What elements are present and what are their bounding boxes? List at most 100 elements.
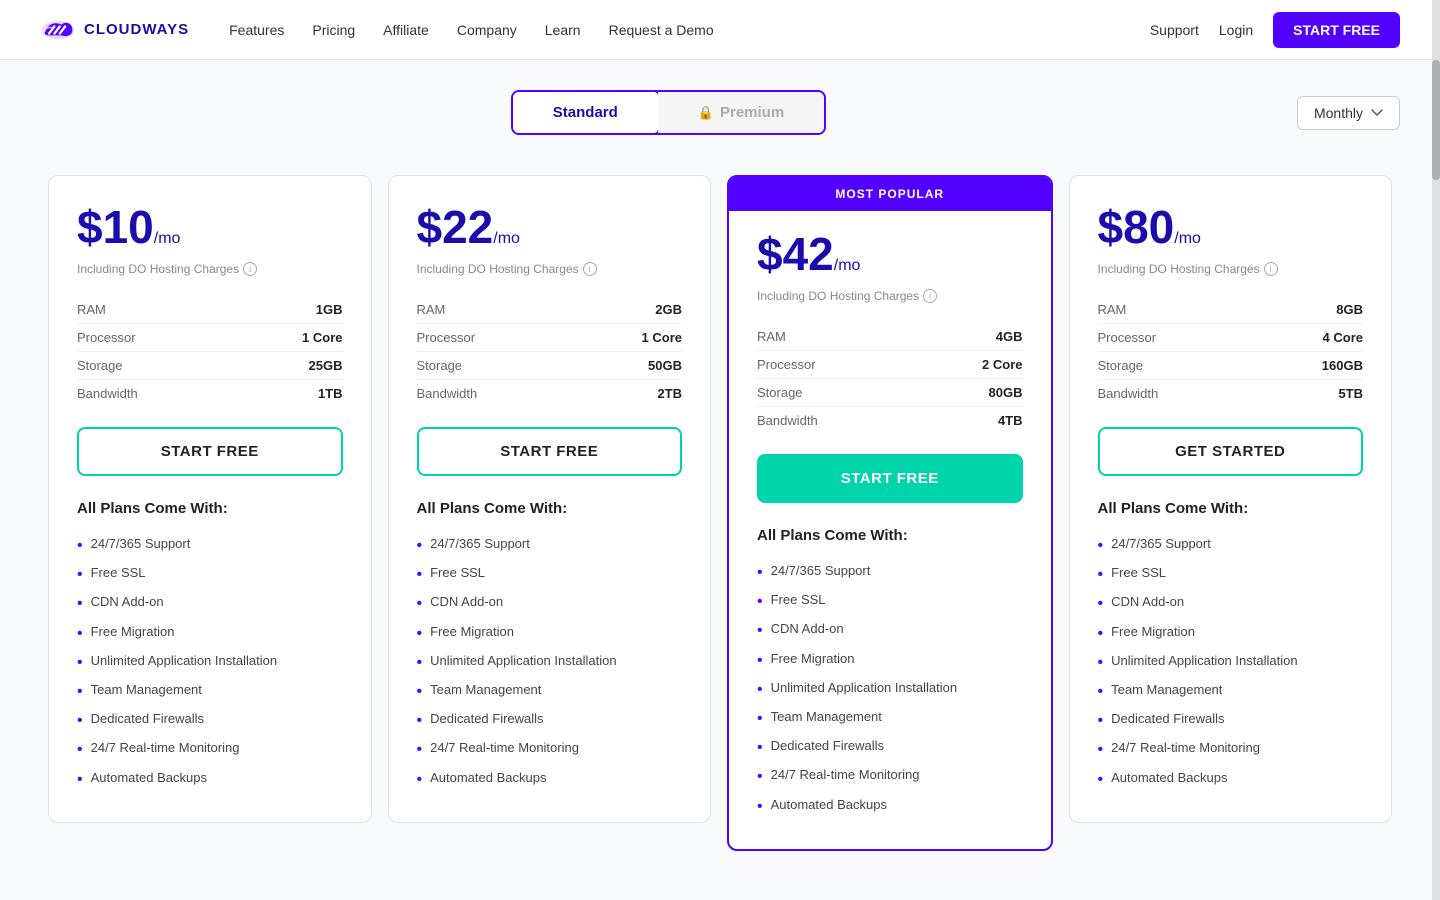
feature-item: Free Migration xyxy=(417,619,683,648)
specs-table-2: RAM2GB Processor1 Core Storage50GB Bandw… xyxy=(417,296,683,407)
spec-ram-1: RAM1GB xyxy=(77,296,343,324)
feature-item: Unlimited Application Installation xyxy=(757,675,1023,704)
feature-item: Free SSL xyxy=(77,560,343,589)
spec-bandwidth-2: Bandwidth2TB xyxy=(417,380,683,407)
features-title-2: All Plans Come With: xyxy=(417,500,683,517)
tab-row: Standard 🔒 Premium Monthly xyxy=(40,90,1400,135)
info-icon-1[interactable]: i xyxy=(243,262,257,276)
logo[interactable]: CLOUDWAYS xyxy=(40,17,189,43)
hosting-note-1: Including DO Hosting Charges i xyxy=(77,262,343,276)
plan-card-42: MOST POPULAR $42/mo Including DO Hosting… xyxy=(727,175,1053,851)
popular-badge: MOST POPULAR xyxy=(729,177,1051,211)
feature-item: Team Management xyxy=(757,704,1023,733)
hosting-note-3: Including DO Hosting Charges i xyxy=(757,289,1023,303)
scrollbar[interactable] xyxy=(1432,0,1440,900)
feature-item: Free Migration xyxy=(757,646,1023,675)
spec-processor-2: Processor1 Core xyxy=(417,324,683,352)
price-22: $22/mo xyxy=(417,204,683,250)
start-free-button-1[interactable]: START FREE xyxy=(77,427,343,476)
feature-item: Automated Backups xyxy=(417,765,683,794)
features-list-2: 24/7/365 Support Free SSL CDN Add-on Fre… xyxy=(417,531,683,794)
feature-item: 24/7 Real-time Monitoring xyxy=(417,735,683,764)
pricing-cards: $10/mo Including DO Hosting Charges i RA… xyxy=(40,175,1400,851)
chevron-down-icon xyxy=(1371,109,1383,117)
feature-item: 24/7/365 Support xyxy=(77,531,343,560)
start-free-button-3[interactable]: START FREE xyxy=(757,454,1023,503)
feature-item: Team Management xyxy=(417,677,683,706)
info-icon-3[interactable]: i xyxy=(923,289,937,303)
feature-item: 24/7 Real-time Monitoring xyxy=(1098,735,1364,764)
feature-item: CDN Add-on xyxy=(757,616,1023,645)
get-started-button-4[interactable]: GET STARTED xyxy=(1098,427,1364,476)
nav-features[interactable]: Features xyxy=(229,22,284,38)
features-title-4: All Plans Come With: xyxy=(1098,500,1364,517)
feature-item: Automated Backups xyxy=(77,765,343,794)
nav-affiliate[interactable]: Affiliate xyxy=(383,22,429,38)
spec-storage-1: Storage25GB xyxy=(77,352,343,380)
feature-item: CDN Add-on xyxy=(1098,589,1364,618)
feature-item: Free Migration xyxy=(77,619,343,648)
plan-type-tabs: Standard 🔒 Premium xyxy=(511,90,826,135)
nav-right: Support Login START FREE xyxy=(1150,12,1400,48)
billing-label: Monthly xyxy=(1314,105,1363,121)
pricing-section: Standard 🔒 Premium Monthly $10/mo Includ… xyxy=(0,60,1440,900)
feature-item: Free SSL xyxy=(1098,560,1364,589)
feature-item: 24/7/365 Support xyxy=(1098,531,1364,560)
nav-pricing[interactable]: Pricing xyxy=(312,22,355,38)
plan-card-22: $22/mo Including DO Hosting Charges i RA… xyxy=(388,175,712,823)
plan-card-10: $10/mo Including DO Hosting Charges i RA… xyxy=(48,175,372,823)
price-42: $42/mo xyxy=(757,231,1023,277)
start-free-button-2[interactable]: START FREE xyxy=(417,427,683,476)
billing-dropdown[interactable]: Monthly xyxy=(1297,96,1400,130)
feature-item: 24/7 Real-time Monitoring xyxy=(77,735,343,764)
lock-icon: 🔒 xyxy=(698,105,714,121)
features-list-3: 24/7/365 Support Free SSL CDN Add-on Fre… xyxy=(757,558,1023,821)
info-icon-4[interactable]: i xyxy=(1264,262,1278,276)
logo-text: CLOUDWAYS xyxy=(84,21,189,38)
spec-processor-1: Processor1 Core xyxy=(77,324,343,352)
nav-company[interactable]: Company xyxy=(457,22,517,38)
feature-item: CDN Add-on xyxy=(417,589,683,618)
spec-bandwidth-1: Bandwidth1TB xyxy=(77,380,343,407)
nav-login[interactable]: Login xyxy=(1219,22,1253,38)
feature-item: Team Management xyxy=(1098,677,1364,706)
specs-table-3: RAM4GB Processor2 Core Storage80GB Bandw… xyxy=(757,323,1023,434)
feature-item: Team Management xyxy=(77,677,343,706)
feature-item: Dedicated Firewalls xyxy=(1098,706,1364,735)
nav-start-free-button[interactable]: START FREE xyxy=(1273,12,1400,48)
spec-processor-4: Processor4 Core xyxy=(1098,324,1364,352)
features-title-1: All Plans Come With: xyxy=(77,500,343,517)
spec-bandwidth-3: Bandwidth4TB xyxy=(757,407,1023,434)
feature-item: Dedicated Firewalls xyxy=(77,706,343,735)
feature-item: Dedicated Firewalls xyxy=(417,706,683,735)
feature-item: Free SSL xyxy=(417,560,683,589)
nav-links: Features Pricing Affiliate Company Learn… xyxy=(229,22,1150,38)
price-10: $10/mo xyxy=(77,204,343,250)
plan-card-80: $80/mo Including DO Hosting Charges i RA… xyxy=(1069,175,1393,823)
scrollbar-thumb[interactable] xyxy=(1432,60,1440,180)
feature-item: Unlimited Application Installation xyxy=(1098,648,1364,677)
feature-item: Unlimited Application Installation xyxy=(417,648,683,677)
spec-processor-3: Processor2 Core xyxy=(757,351,1023,379)
spec-ram-4: RAM8GB xyxy=(1098,296,1364,324)
spec-storage-3: Storage80GB xyxy=(757,379,1023,407)
feature-item: Free Migration xyxy=(1098,619,1364,648)
feature-item: 24/7/365 Support xyxy=(417,531,683,560)
hosting-note-2: Including DO Hosting Charges i xyxy=(417,262,683,276)
spec-storage-2: Storage50GB xyxy=(417,352,683,380)
nav-support[interactable]: Support xyxy=(1150,22,1199,38)
nav-demo[interactable]: Request a Demo xyxy=(609,22,714,38)
features-list-1: 24/7/365 Support Free SSL CDN Add-on Fre… xyxy=(77,531,343,794)
feature-item: CDN Add-on xyxy=(77,589,343,618)
info-icon-2[interactable]: i xyxy=(583,262,597,276)
navbar: CLOUDWAYS Features Pricing Affiliate Com… xyxy=(0,0,1440,60)
specs-table-1: RAM1GB Processor1 Core Storage25GB Bandw… xyxy=(77,296,343,407)
feature-item: Automated Backups xyxy=(1098,765,1364,794)
tab-standard[interactable]: Standard xyxy=(511,90,660,135)
features-title-3: All Plans Come With: xyxy=(757,527,1023,544)
features-list-4: 24/7/365 Support Free SSL CDN Add-on Fre… xyxy=(1098,531,1364,794)
feature-item: 24/7 Real-time Monitoring xyxy=(757,762,1023,791)
nav-learn[interactable]: Learn xyxy=(545,22,581,38)
tab-premium[interactable]: 🔒 Premium xyxy=(658,92,824,133)
spec-ram-3: RAM4GB xyxy=(757,323,1023,351)
